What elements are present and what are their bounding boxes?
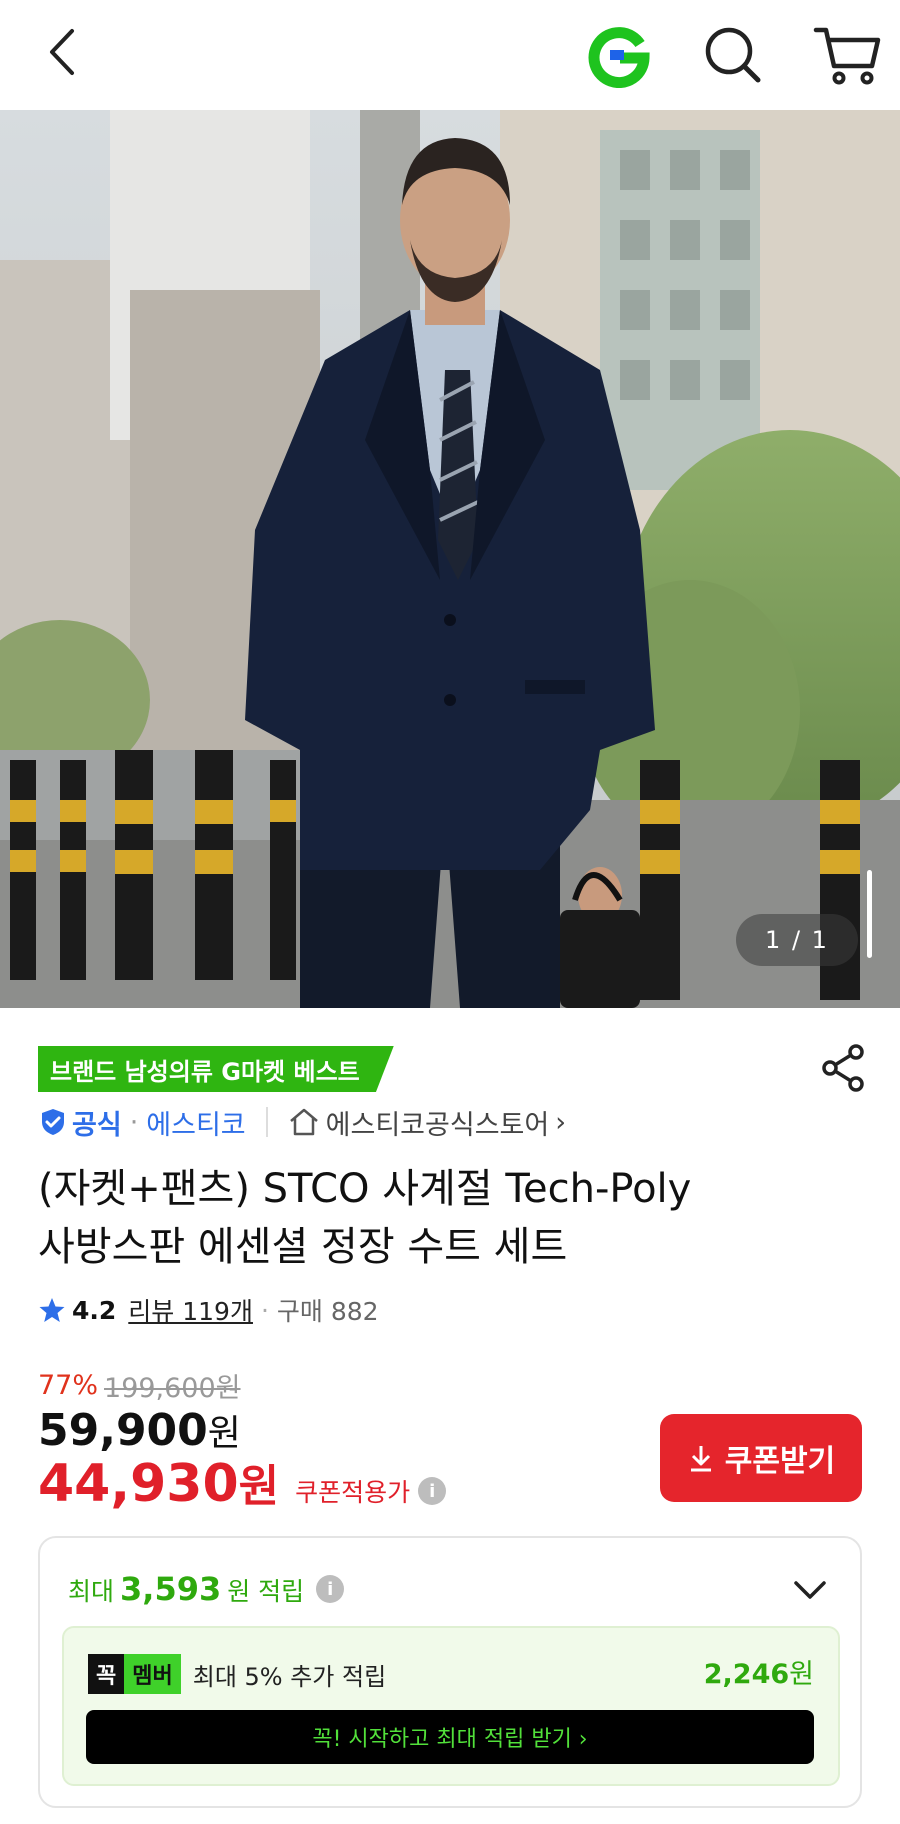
coupon-price-unit: 원 xyxy=(238,1461,280,1512)
points-prefix: 최대 xyxy=(68,1577,115,1606)
dot-separator: · xyxy=(260,1295,269,1325)
gmarket-logo[interactable] xyxy=(586,22,652,89)
coupon-price-label: 쿠폰적용가 xyxy=(295,1478,411,1507)
member-row: 꼭 멤버 최대 5% 추가 적립 xyxy=(88,1654,386,1694)
brand-link[interactable]: 에스티코 xyxy=(146,1103,245,1142)
coupon-price: 44,930 원 쿠폰적용가 i xyxy=(38,1450,447,1514)
review-link[interactable]: 리뷰 119개 xyxy=(128,1292,253,1328)
get-coupon-button[interactable]: 쿠폰받기 xyxy=(660,1414,862,1502)
coupon-button-label: 쿠폰받기 xyxy=(724,1444,836,1479)
points-header: 최대 3,593 원 적립 i xyxy=(68,1570,345,1608)
chevron-down-icon xyxy=(794,1581,826,1599)
chevron-right-icon: › xyxy=(555,1106,567,1138)
original-price: 199,600원 xyxy=(104,1373,241,1404)
image-pager: 1 / 1 xyxy=(736,914,858,966)
expand-button[interactable] xyxy=(790,1570,830,1610)
member-amount-value: 2,246 xyxy=(703,1659,790,1690)
purchase-count: 구매 882 xyxy=(276,1297,379,1326)
gmarket-g-icon xyxy=(588,27,650,89)
rating-value: 4.2 xyxy=(72,1295,117,1325)
member-amount-unit: 원 xyxy=(789,1659,814,1690)
member-tag: 꼭 멤버 xyxy=(88,1654,181,1694)
best-badge: 브랜드 남성의류 G마켓 베스트 xyxy=(38,1046,394,1092)
product-image[interactable]: 1 / 1 xyxy=(0,110,900,1008)
back-button[interactable] xyxy=(34,22,94,82)
scroll-indicator xyxy=(867,870,872,958)
title-line-2: 사방스판 에센셜 정장 수트 세트 xyxy=(38,1224,568,1270)
points-box: 최대 3,593 원 적립 i 꼭 멤버 최대 5% 추가 적립 2,246원 … xyxy=(38,1536,862,1808)
search-icon xyxy=(705,27,761,83)
info-icon[interactable]: i xyxy=(418,1477,447,1505)
dot-separator: · xyxy=(129,1106,139,1138)
shield-check-icon xyxy=(42,1109,64,1135)
discount-row: 77% 199,600원 xyxy=(38,1366,241,1405)
coupon-price-label-wrap: 쿠폰적용가 i xyxy=(295,1473,447,1509)
divider xyxy=(265,1107,268,1137)
cart-button[interactable] xyxy=(812,20,882,90)
official-label: 공식 xyxy=(72,1109,122,1141)
official-badge: 공식 xyxy=(38,1103,122,1142)
points-amount: 3,593 xyxy=(120,1570,222,1608)
cart-icon xyxy=(813,27,881,85)
product-title: (자켓+팬츠) STCO 사계절 Tech-Poly 사방스판 에센셜 정장 수… xyxy=(38,1160,858,1276)
share-icon xyxy=(822,1044,864,1092)
member-text: 최대 5% 추가 적립 xyxy=(192,1662,387,1691)
info-icon[interactable]: i xyxy=(316,1575,345,1603)
top-bar xyxy=(0,0,900,110)
member-box: 꼭 멤버 최대 5% 추가 적립 2,246원 꼭! 시작하고 최대 적립 받기… xyxy=(62,1626,840,1786)
sale-price-value: 59,900 xyxy=(38,1405,208,1456)
share-button[interactable] xyxy=(816,1040,872,1096)
points-suffix: 원 적립 xyxy=(227,1577,305,1606)
star-icon xyxy=(39,1298,65,1322)
rating-row: 4.2 리뷰 119개 · 구매 882 xyxy=(38,1290,379,1330)
sale-price-unit: 원 xyxy=(207,1413,241,1454)
download-icon xyxy=(690,1446,711,1472)
member-amount: 2,246원 xyxy=(704,1652,814,1691)
sale-price: 59,900원 xyxy=(38,1404,241,1456)
coupon-price-value: 44,930 xyxy=(38,1454,239,1514)
title-line-1: (자켓+팬츠) STCO 사계절 Tech-Poly xyxy=(38,1166,692,1212)
product-photo xyxy=(0,110,900,1008)
store-name: 에스티코공식스토어 xyxy=(325,1109,550,1141)
store-link[interactable]: 에스티코공식스토어 › xyxy=(288,1103,566,1142)
brand-row: 공식 · 에스티코 에스티코공식스토어 › xyxy=(38,1102,566,1142)
member-tag-a: 꼭 xyxy=(88,1654,125,1694)
discount-rate: 77% xyxy=(38,1370,99,1401)
member-tag-b: 멤버 xyxy=(124,1654,181,1694)
chevron-left-icon xyxy=(50,29,74,75)
search-button[interactable] xyxy=(700,22,766,88)
member-start-button[interactable]: 꼭! 시작하고 최대 적립 받기 › xyxy=(86,1710,814,1764)
home-icon xyxy=(289,1108,318,1136)
